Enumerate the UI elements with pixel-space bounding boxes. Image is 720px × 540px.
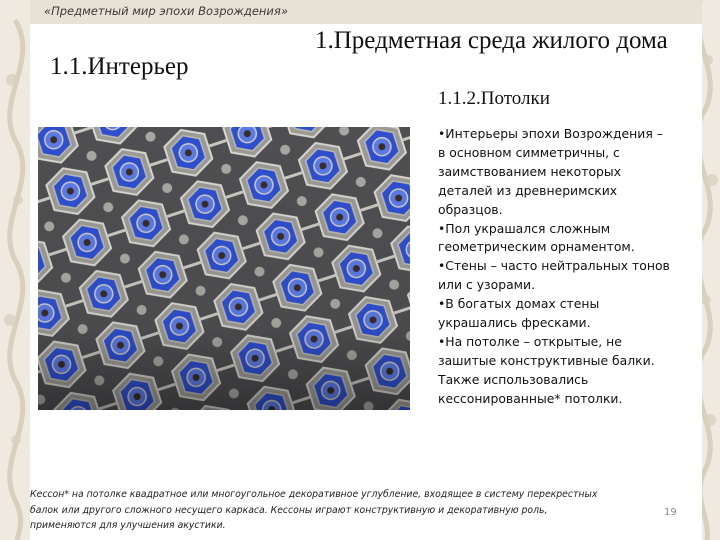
presentation-header: «Предметный мир эпохи Возрождения» — [44, 4, 288, 18]
footnote-line: балок или другого сложного несущего карк… — [30, 504, 548, 516]
bullet-line: •Стены – часто нейтральных тонов — [438, 258, 670, 274]
footnote-line: применяются для улучшения акустики. — [30, 520, 226, 532]
bullet-text: •Интерьеры эпохи Возрождения – в основно… — [438, 125, 688, 409]
bullet-line: кессонированные* потолки. — [438, 390, 623, 406]
bullet-line: •Пол украшался сложным — [438, 220, 611, 236]
bullet-line: геометрическим орнаментом. — [438, 239, 635, 255]
bullet-line: •В богатых домах стены — [438, 296, 600, 312]
bullet-line: образцов. — [438, 201, 503, 217]
main-title: 1.Предметная среда жилого дома — [315, 27, 668, 54]
bullet-line: Также использовались — [438, 371, 589, 387]
bullet-line: заимствованием некоторых — [438, 163, 622, 179]
bullet-line: деталей из древнеримских — [438, 182, 618, 198]
footnote-line: Кессон* на потолке квадратное или многоу… — [30, 489, 598, 500]
bullet-line: •Интерьеры эпохи Возрождения – — [438, 126, 663, 141]
bullet-line: или с узорами. — [438, 277, 536, 293]
bullet-line: в основном симметричны, с — [438, 144, 620, 160]
coffered-ceiling-photo — [38, 127, 410, 410]
footnote: Кессон* на потолке квадратное или многоу… — [30, 487, 670, 534]
page-number: 19 — [664, 507, 677, 518]
bullet-line: •На потолке – открытые, не — [438, 333, 622, 349]
bullet-line: украшались фресками. — [438, 315, 591, 331]
section-title: 1.1.Интерьер — [50, 53, 189, 80]
bullet-line: зашитые конструктивные балки. — [438, 352, 655, 368]
subtitle: 1.1.2.Потолки — [438, 88, 550, 109]
